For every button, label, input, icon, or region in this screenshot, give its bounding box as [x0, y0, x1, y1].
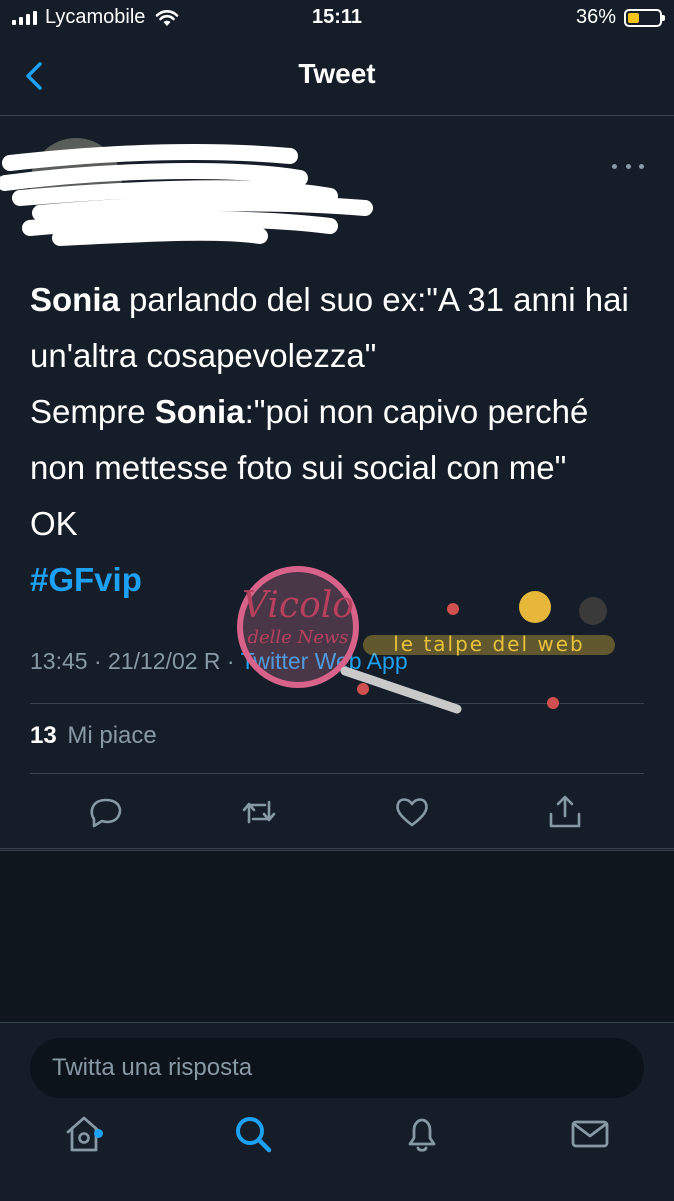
- svg-text:delle News: delle News: [247, 627, 348, 648]
- tweet-text-part-4: OK: [30, 505, 78, 542]
- replies-area: [0, 850, 674, 1023]
- reply-input[interactable]: [30, 1038, 644, 1098]
- svg-text:Vicolo: Vicolo: [242, 585, 354, 626]
- tweet-text: Sonia parlando del suo ex:"A 31 anni hai…: [30, 272, 650, 608]
- status-bar: Lycamobile 15:11 36%: [0, 0, 674, 40]
- like-icon[interactable]: [392, 792, 432, 832]
- search-icon[interactable]: [231, 1112, 275, 1156]
- svg-text:le talpe del web: le talpe del web: [393, 632, 585, 656]
- status-time: 15:11: [311, 6, 363, 28]
- likes-count: 13: [30, 722, 57, 749]
- tweet-mention-2: Sonia: [154, 393, 245, 430]
- messages-icon[interactable]: [568, 1112, 612, 1156]
- battery-fill: [628, 12, 639, 23]
- likes-label: Mi piace: [67, 722, 157, 749]
- status-right: 36%: [575, 6, 665, 29]
- battery-icon: [624, 8, 665, 27]
- divider: [0, 848, 674, 849]
- redaction-scribble: [0, 144, 373, 246]
- tweet-author[interactable]: [0, 138, 630, 246]
- retweet-icon[interactable]: [239, 792, 279, 832]
- tweet-mention-1: Sonia: [30, 281, 120, 318]
- home-notification-dot: [94, 1129, 103, 1138]
- battery-percent: 36%: [575, 6, 616, 28]
- tweet-text-part-2: Sempre: [30, 393, 155, 430]
- notifications-icon[interactable]: [400, 1112, 444, 1156]
- likes-row[interactable]: 13 Mi piace: [30, 722, 157, 750]
- divider: [30, 773, 644, 774]
- more-icon[interactable]: [612, 152, 644, 180]
- share-icon[interactable]: [545, 792, 585, 832]
- tweet-action-bar: [0, 786, 674, 838]
- page-title: Tweet: [298, 58, 376, 89]
- hashtag-link[interactable]: #GFvip: [30, 561, 142, 598]
- nav-header: Tweet: [0, 40, 674, 116]
- watermark-logo: Vicolo delle News le talpe del web: [237, 566, 615, 714]
- tweet-text-part-1: parlando del suo ex:"A 31 anni hai un'al…: [30, 281, 629, 374]
- reply-icon[interactable]: [86, 792, 126, 832]
